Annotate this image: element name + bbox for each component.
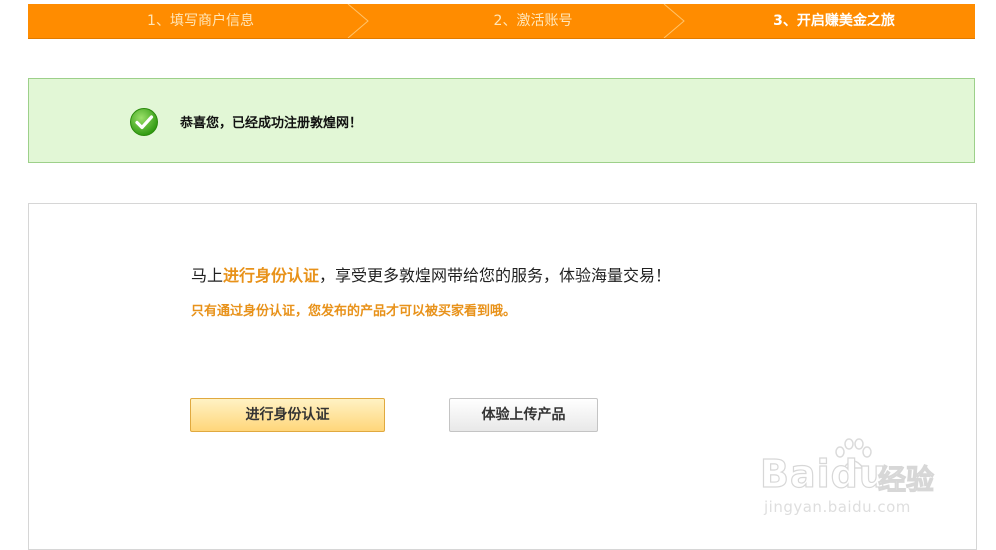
success-banner: 恭喜您，已经成功注册敦煌网！ (28, 78, 975, 163)
baidu-watermark: Baidu 经验 jingyan.baidu.com (759, 438, 950, 528)
step-separator-arrow (347, 4, 369, 38)
promo-highlight: 进行身份认证 (223, 266, 320, 285)
promo-prefix: 马上 (191, 266, 224, 285)
step-2-label: 2、激活账号 (493, 13, 573, 29)
progress-steps: 1、填写商户信息 2、激活账号 3、开启赚美金之旅 (28, 4, 975, 39)
verify-identity-button[interactable]: 进行身份认证 (190, 398, 385, 432)
promo-suffix: ，享受更多敦煌网带给您的服务，体验海量交易！ (319, 266, 672, 285)
promo-line: 马上进行身份认证，享受更多敦煌网带给您的服务，体验海量交易！ (191, 262, 671, 286)
success-message: 恭喜您，已经成功注册敦煌网！ (180, 116, 363, 131)
step-1-label: 1、填写商户信息 (147, 13, 254, 29)
watermark-brand: Baidu (759, 451, 887, 496)
step-3-label: 3、开启赚美金之旅 (773, 13, 895, 29)
watermark-url: jingyan.baidu.com (764, 498, 911, 516)
promo-note: 只有通过身份认证，您发布的产品才可以被买家看到哦。 (191, 304, 517, 319)
check-icon (130, 108, 158, 136)
watermark-brand-cn: 经验 (877, 463, 935, 497)
upload-product-button[interactable]: 体验上传产品 (449, 398, 598, 432)
step-separator-arrow (663, 4, 685, 38)
